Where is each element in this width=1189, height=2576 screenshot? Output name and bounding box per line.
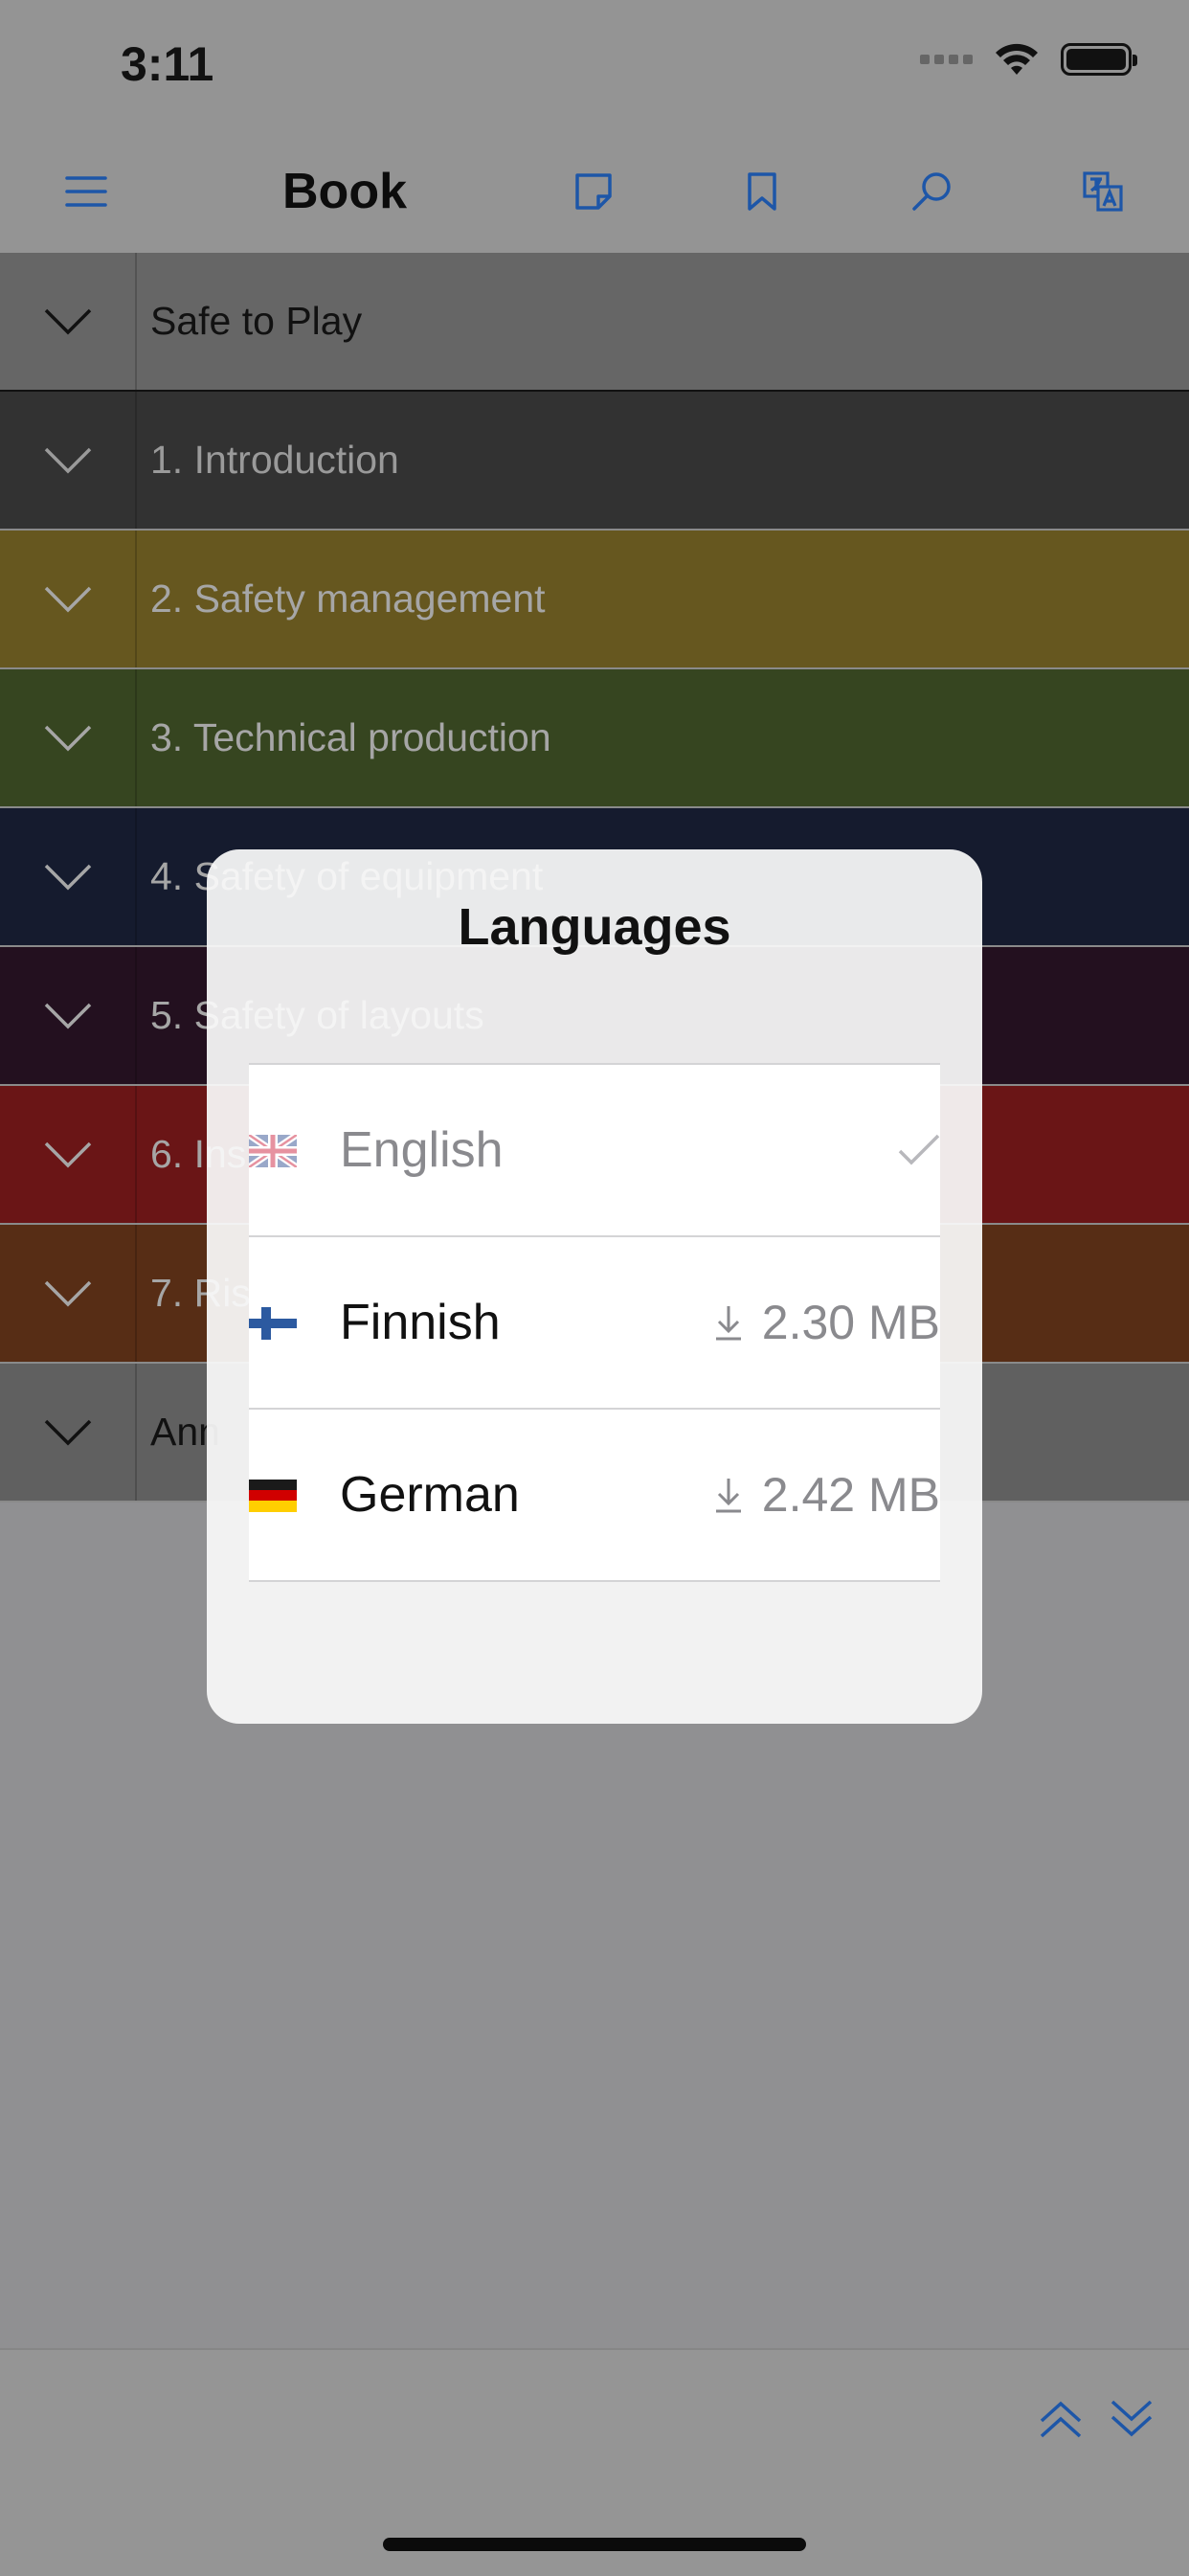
language-status [898, 1065, 940, 1235]
toc-row-label: 1. Introduction [150, 438, 399, 482]
languages-dialog: Languages English Finnish 2.30 MB German… [207, 849, 982, 1724]
toc-row-label: 3. Technical production [150, 715, 551, 759]
language-item-german[interactable]: German 2.42 MB [249, 1410, 940, 1582]
chevron-down-icon[interactable] [0, 392, 137, 529]
cellular-signal-icon [920, 55, 973, 64]
toc-row[interactable]: Safe to Play [0, 253, 1189, 392]
language-download[interactable]: 2.42 MB [714, 1410, 940, 1580]
chevron-down-icon[interactable] [0, 253, 137, 390]
chevron-down-icon[interactable] [0, 531, 137, 667]
status-bar: 3:11 [0, 0, 1189, 134]
chevron-down-icon[interactable] [0, 947, 137, 1084]
chevron-down-icon[interactable] [0, 1364, 137, 1501]
germany-flag-icon [249, 1480, 297, 1512]
dialog-title: Languages [458, 898, 731, 956]
language-name: Finnish [340, 1295, 501, 1350]
uk-flag-icon [249, 1135, 297, 1167]
chevron-down-icon[interactable] [0, 1086, 137, 1223]
toc-row[interactable]: 1. Introduction [0, 392, 1189, 531]
note-icon[interactable] [563, 161, 624, 222]
language-name: German [340, 1467, 520, 1523]
translate-icon[interactable] [1072, 161, 1133, 222]
download-size: 2.42 MB [761, 1468, 940, 1522]
double-chevron-down-icon[interactable] [1103, 2390, 1160, 2448]
language-name: English [340, 1122, 504, 1178]
language-download[interactable]: 2.30 MB [714, 1237, 940, 1408]
language-list: English Finnish 2.30 MB German 2.42 MB [249, 1063, 940, 1582]
double-chevron-up-icon[interactable] [1032, 2390, 1089, 2448]
download-size: 2.30 MB [761, 1296, 940, 1349]
download-icon [715, 1306, 741, 1341]
page-title: Book [282, 164, 407, 219]
nav-bar: Book [0, 134, 1189, 253]
finland-flag-icon [249, 1307, 297, 1340]
language-item-finnish[interactable]: Finnish 2.30 MB [249, 1237, 940, 1410]
chevron-down-icon[interactable] [0, 669, 137, 806]
status-time: 3:11 [121, 37, 214, 91]
language-item-english[interactable]: English [249, 1065, 940, 1237]
wifi-icon [996, 43, 1038, 75]
chevron-down-icon[interactable] [0, 1225, 137, 1362]
menu-icon[interactable] [56, 161, 117, 222]
chevron-down-icon[interactable] [0, 808, 137, 945]
download-icon [715, 1479, 741, 1513]
battery-icon [1061, 43, 1137, 76]
toc-row[interactable]: 3. Technical production [0, 669, 1189, 808]
search-icon[interactable] [902, 161, 963, 222]
bookmark-icon[interactable] [731, 161, 793, 222]
toc-row[interactable]: 2. Safety management [0, 531, 1189, 669]
toc-row-label: 2. Safety management [150, 576, 546, 621]
home-indicator[interactable] [383, 2538, 806, 2551]
toc-row-label: Safe to Play [150, 299, 363, 343]
checkmark-icon [898, 1134, 940, 1165]
status-icons [920, 42, 1137, 77]
